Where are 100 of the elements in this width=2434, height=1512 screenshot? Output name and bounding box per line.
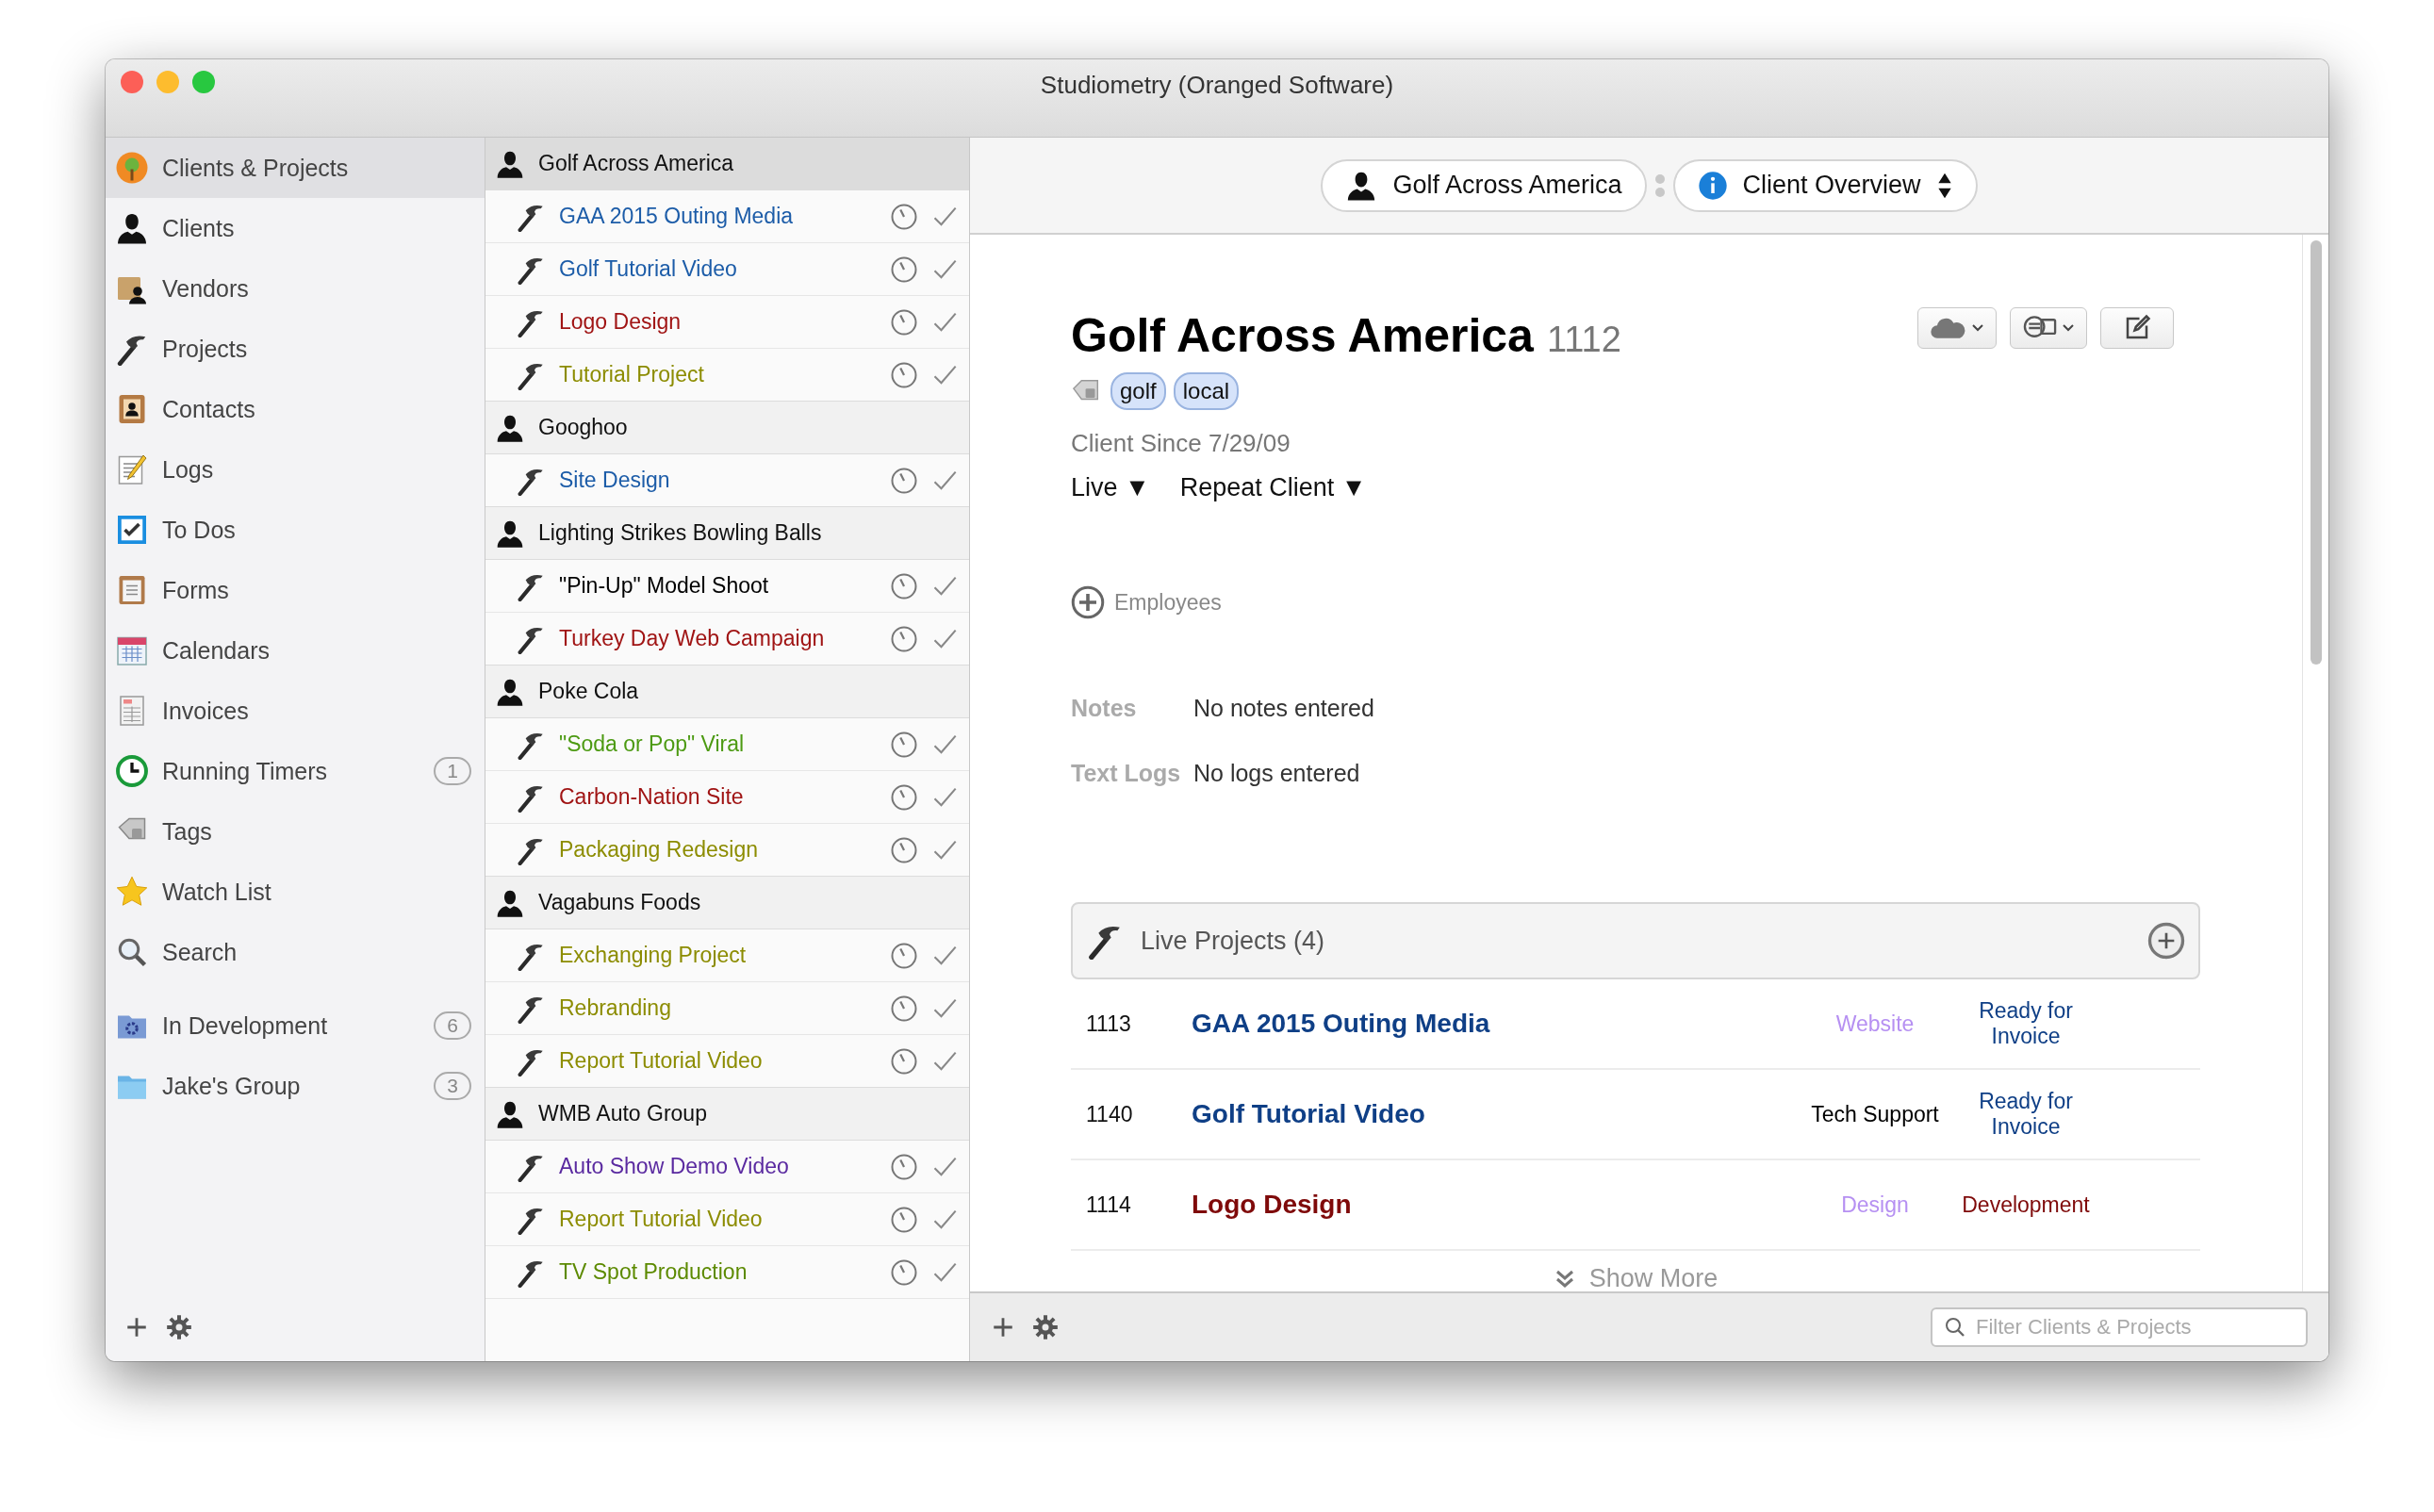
- client-since-text: Client Since 7/29/09: [1071, 429, 1291, 458]
- timer-icon[interactable]: [890, 360, 918, 389]
- field-label: Notes: [1071, 695, 1138, 722]
- project-number: 1113: [1086, 1011, 1132, 1037]
- settings-icon[interactable]: [1032, 1314, 1059, 1340]
- project-type: Tech Support: [1810, 1101, 1940, 1127]
- timer-icon[interactable]: [890, 1205, 918, 1234]
- client-row[interactable]: Poke Cola: [485, 665, 969, 718]
- timer-icon[interactable]: [890, 307, 918, 337]
- sidebar-item[interactable]: Logs: [106, 439, 485, 500]
- project-name: Golf Tutorial Video: [559, 256, 738, 282]
- timer-icon[interactable]: [890, 994, 918, 1023]
- sidebar-item[interactable]: Projects: [106, 319, 485, 379]
- cloud-icon: [1930, 316, 1967, 340]
- project-name[interactable]: Golf Tutorial Video: [1192, 1099, 1804, 1129]
- sidebar-item[interactable]: In Development 6: [106, 995, 485, 1056]
- settings-icon[interactable]: [166, 1314, 192, 1340]
- sidebar-item[interactable]: Calendars: [106, 620, 485, 681]
- client-row[interactable]: Googhoo: [485, 401, 969, 454]
- timer-icon[interactable]: [890, 571, 918, 600]
- client-breadcrumb[interactable]: Golf Across America: [1321, 158, 1647, 212]
- add-circle-icon[interactable]: [2147, 922, 2185, 960]
- field-value: No logs entered: [1193, 760, 1360, 787]
- window-title: Studiometry (Oranged Software): [1040, 70, 1394, 100]
- client-row[interactable]: Lighting Strikes Bowling Balls: [485, 506, 969, 560]
- chat-menu-button[interactable]: [2010, 307, 2087, 349]
- filter-field[interactable]: Filter Clients & Projects: [1931, 1307, 2308, 1347]
- plus-icon[interactable]: [991, 1315, 1015, 1339]
- project-table-row[interactable]: 1114 Logo Design Design Development: [1071, 1160, 2200, 1251]
- view-selector[interactable]: Client Overview: [1672, 158, 1978, 212]
- client-number: 1112: [1546, 320, 1621, 360]
- sidebar-item[interactable]: To Dos: [106, 500, 485, 560]
- project-row[interactable]: TV Spot Production: [485, 1246, 969, 1299]
- chevron-icon: [2062, 323, 2075, 333]
- sidebar-item[interactable]: Jake's Group 3: [106, 1056, 485, 1116]
- edit-button[interactable]: [2100, 307, 2174, 349]
- project-status: Development: [1961, 1192, 2091, 1218]
- project-row[interactable]: "Pin-Up" Model Shoot: [485, 560, 969, 613]
- count-badge: 3: [434, 1072, 471, 1100]
- project-name: GAA 2015 Outing Media: [559, 204, 795, 229]
- timer-icon[interactable]: [890, 1046, 918, 1076]
- timer-icon[interactable]: [890, 202, 918, 231]
- sidebar-item[interactable]: Search: [106, 922, 485, 982]
- project-name: Packaging Redesign: [559, 837, 759, 863]
- sidebar-item[interactable]: Invoices: [106, 681, 485, 741]
- plus-icon[interactable]: [124, 1315, 149, 1339]
- client-name: Lighting Strikes Bowling Balls: [538, 520, 822, 546]
- count-badge: 6: [434, 1011, 471, 1040]
- field-label: Text Logs: [1071, 760, 1182, 787]
- project-row[interactable]: Golf Tutorial Video: [485, 243, 969, 296]
- sidebar-item[interactable]: Contacts: [106, 379, 485, 439]
- project-row[interactable]: Logo Design: [485, 296, 969, 349]
- field-value: No notes entered: [1193, 695, 1374, 722]
- project-name: Carbon-Nation Site: [559, 784, 745, 810]
- project-name: Auto Show Demo Video: [559, 1154, 790, 1179]
- sidebar-item[interactable]: Vendors: [106, 258, 485, 319]
- checkbox-icon: [115, 513, 149, 547]
- category-dropdown[interactable]: Repeat Client ▼: [1179, 473, 1367, 502]
- project-row[interactable]: GAA 2015 Outing Media: [485, 190, 969, 243]
- cloud-menu-button[interactable]: [1917, 307, 1997, 349]
- project-row[interactable]: Auto Show Demo Video: [485, 1141, 969, 1193]
- project-name[interactable]: GAA 2015 Outing Media: [1192, 1009, 1804, 1039]
- count-badge: 1: [434, 757, 471, 785]
- star-icon: [115, 875, 149, 909]
- timer-icon[interactable]: [890, 782, 918, 812]
- close-icon[interactable]: [121, 71, 143, 93]
- clock-icon: [115, 754, 149, 788]
- timer-icon[interactable]: [890, 1257, 918, 1287]
- sidebar-item[interactable]: Clients & Projects: [106, 138, 485, 198]
- timer-icon[interactable]: [890, 255, 918, 284]
- sidebar-item[interactable]: Tags: [106, 801, 485, 862]
- sidebar-item[interactable]: Watch List: [106, 862, 485, 922]
- chevron-icon: [1971, 323, 1984, 333]
- project-name: Tutorial Project: [559, 362, 705, 387]
- sidebar-item[interactable]: Forms: [106, 560, 485, 620]
- project-name[interactable]: Logo Design: [1192, 1190, 1804, 1220]
- sidebar-item[interactable]: Clients: [106, 198, 485, 258]
- client-row[interactable]: Vagabuns Foods: [485, 876, 969, 929]
- timer-icon[interactable]: [890, 941, 918, 970]
- timer-icon[interactable]: [890, 624, 918, 653]
- project-name: Site Design: [559, 468, 671, 493]
- client-row[interactable]: WMB Auto Group: [485, 1087, 969, 1141]
- client-row[interactable]: Golf Across America: [485, 137, 969, 190]
- timer-icon[interactable]: [890, 1152, 918, 1181]
- timer-icon[interactable]: [890, 835, 918, 864]
- project-status: Ready for Invoice: [1978, 1089, 2074, 1140]
- status-dropdown[interactable]: Live ▼: [1071, 473, 1150, 502]
- project-number: 1114: [1086, 1192, 1132, 1218]
- timer-icon[interactable]: [890, 466, 918, 495]
- project-table-row[interactable]: 1140 Golf Tutorial Video Tech Support Ready for Invoice: [1071, 1070, 2200, 1160]
- project-name: Logo Design: [559, 309, 683, 335]
- project-table-row[interactable]: 1113 GAA 2015 Outing Media Website Ready for Invoice: [1071, 979, 2200, 1070]
- employees-label: Employees: [1114, 589, 1222, 616]
- client-name: Googhoo: [538, 415, 628, 440]
- tag-chip[interactable]: local: [1173, 372, 1240, 410]
- sidebar-item[interactable]: Running Timers 1: [106, 741, 485, 801]
- timer-icon[interactable]: [890, 730, 918, 759]
- add-circle-icon[interactable]: [1071, 585, 1105, 619]
- project-row[interactable]: Carbon-Nation Site: [485, 771, 969, 824]
- tag-chip[interactable]: golf: [1110, 372, 1166, 410]
